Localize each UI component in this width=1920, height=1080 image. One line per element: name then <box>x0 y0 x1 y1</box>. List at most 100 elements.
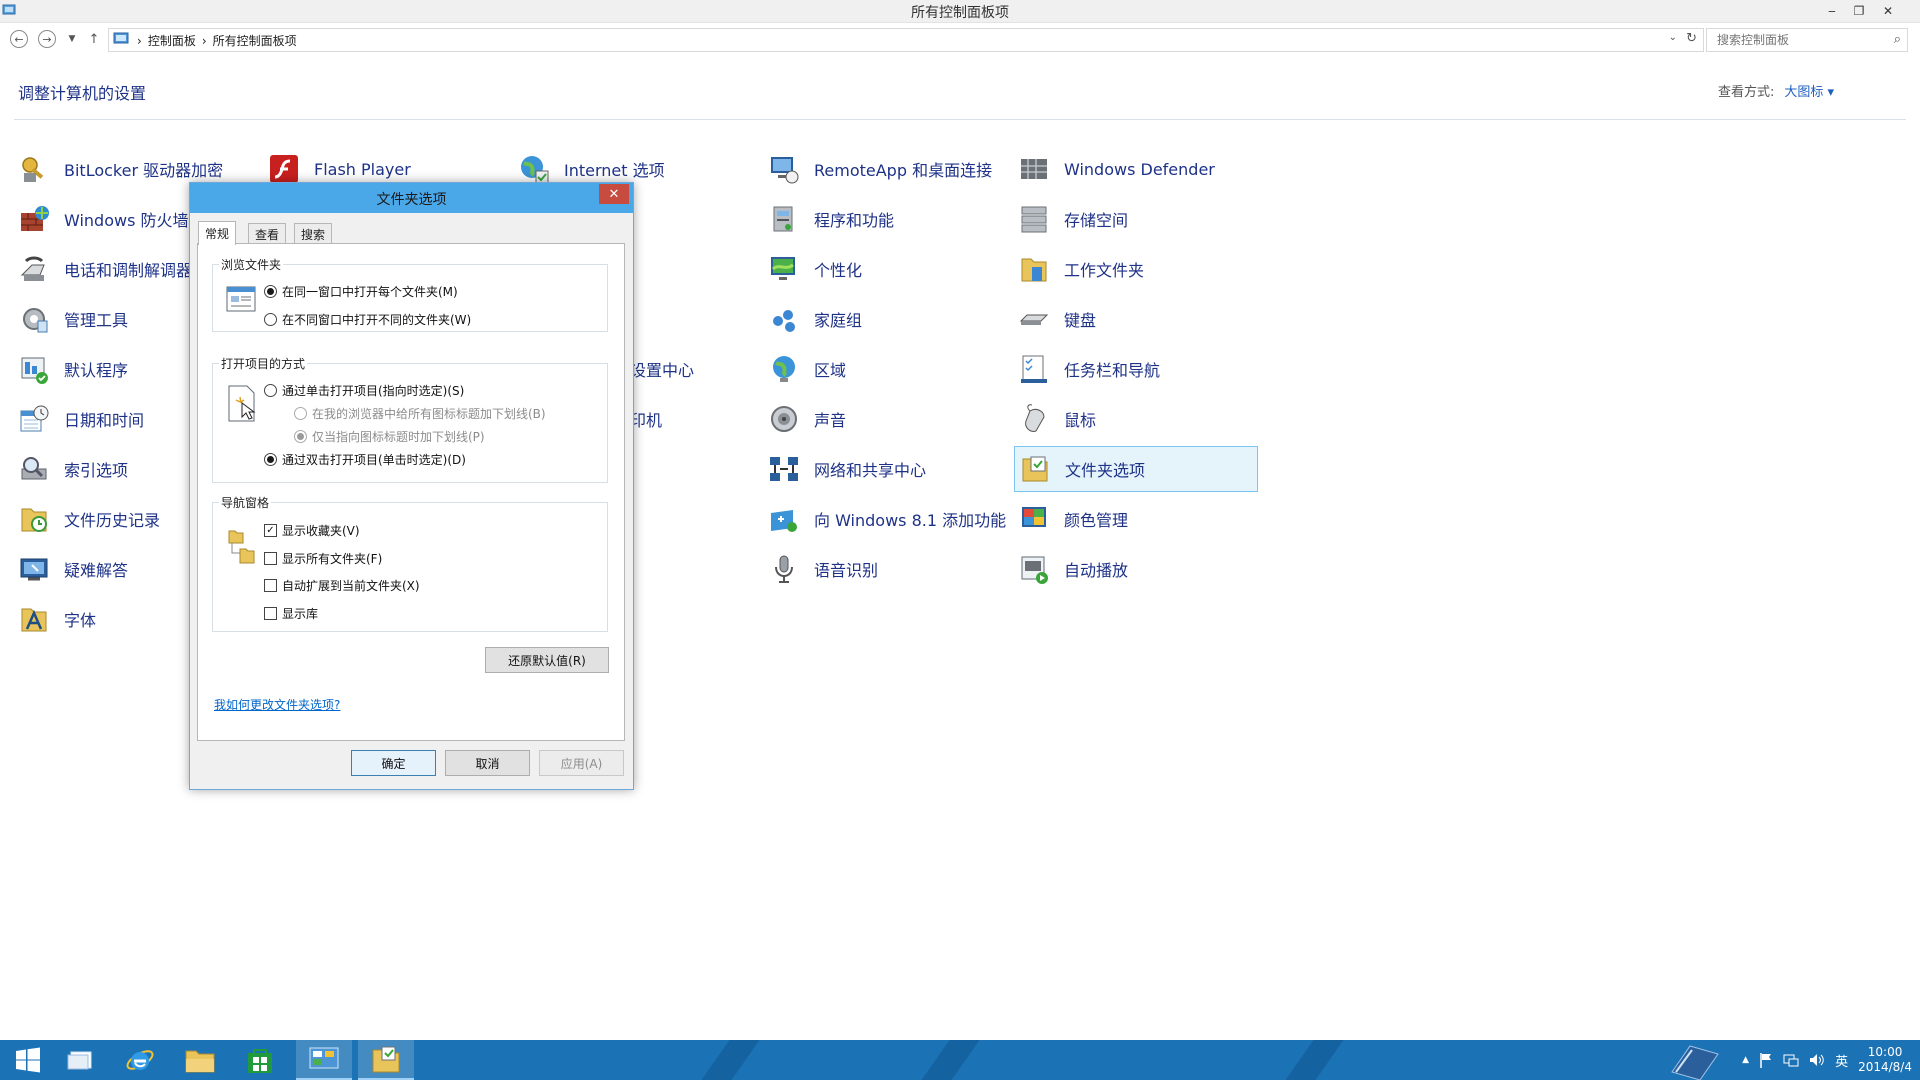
view-mode-dropdown[interactable]: 大图标 ▾ <box>1784 85 1834 100</box>
cp-item-label: 声音 <box>814 411 847 430</box>
search-box[interactable]: ⌕ <box>1706 28 1908 52</box>
dialog-close-button[interactable]: ✕ <box>599 184 629 204</box>
checkbox-show-favorites[interactable]: ✓ 显示收藏夹(V) <box>264 522 360 539</box>
radio-double-click[interactable]: 通过双击打开项目(单击时选定)(D) <box>264 451 466 468</box>
folder-options-taskbar-button[interactable] <box>358 1040 414 1080</box>
cp-item-region[interactable]: 区域 <box>764 346 846 392</box>
taskbar: ▲ 英 10:00 2014/8/4 <box>0 1040 1920 1080</box>
cp-item-work-folders[interactable]: 工作文件夹 <box>1014 246 1144 292</box>
cp-item-taskbar-navigation[interactable]: 任务栏和导航 <box>1014 346 1160 392</box>
radio-same-window[interactable]: 在同一窗口中打开每个文件夹(M) <box>264 283 458 300</box>
breadcrumb-all-items[interactable]: 所有控制面板项 <box>213 32 297 49</box>
view-mode-label: 查看方式: <box>1718 85 1775 100</box>
radio-button[interactable] <box>264 313 277 326</box>
tab-search[interactable]: 搜索 <box>294 223 333 244</box>
cp-item-date-time[interactable]: 日期和时间 <box>14 396 144 442</box>
cp-item-personalization[interactable]: 个性化 <box>764 246 862 292</box>
cp-item-remoteapp[interactable]: RemoteApp 和桌面连接 <box>764 146 992 192</box>
ok-button[interactable]: 确定 <box>351 750 436 776</box>
action-center-flag-icon[interactable] <box>1759 1052 1773 1068</box>
cp-item-troubleshooting[interactable]: 疑难解答 <box>14 546 128 592</box>
cp-item-phone-modem[interactable]: 电话和调制解调器 <box>14 246 192 292</box>
cp-item-programs-features[interactable]: 程序和功能 <box>764 196 894 242</box>
checkbox-auto-expand[interactable]: 自动扩展到当前文件夹(X) <box>264 577 420 594</box>
cp-item-ease-of-access-partial[interactable]: 设置中心 <box>630 346 694 392</box>
tab-view[interactable]: 查看 <box>248 223 287 244</box>
radio-button[interactable] <box>294 407 307 420</box>
cp-item-speech-recognition[interactable]: 语音识别 <box>764 546 878 592</box>
radio-label: 通过双击打开项目(单击时选定)(D) <box>282 453 466 467</box>
breadcrumb-control-panel[interactable]: 控制面板 <box>148 32 196 49</box>
dialog-title: 文件夹选项 <box>376 192 447 208</box>
taskview-button[interactable] <box>52 1040 108 1080</box>
store-button[interactable] <box>232 1040 288 1080</box>
cp-item-label: 电话和调制解调器 <box>64 261 193 280</box>
cp-item-file-history[interactable]: 文件历史记录 <box>14 496 160 542</box>
forward-button[interactable]: → <box>38 30 56 48</box>
checkbox-show-all-folders[interactable]: 显示所有文件夹(F) <box>264 550 382 567</box>
cp-item-homegroup[interactable]: 家庭组 <box>764 296 862 342</box>
cp-item-devices-printers-partial[interactable]: 印机 <box>630 396 662 442</box>
cp-item-folder-options[interactable]: 文件夹选项 <box>1014 446 1258 492</box>
back-button[interactable]: ← <box>10 30 28 48</box>
tab-general[interactable]: 常规 <box>198 221 237 245</box>
cp-item-color-management[interactable]: 颜色管理 <box>1014 496 1128 542</box>
breadcrumb: › 控制面板 › 所有控制面板项 <box>137 32 297 49</box>
cp-item-storage-spaces[interactable]: 存储空间 <box>1014 196 1128 242</box>
radio-button-selected[interactable] <box>264 453 277 466</box>
checkbox-checked[interactable]: ✓ <box>264 524 277 537</box>
volume-icon[interactable] <box>1809 1053 1825 1067</box>
checkbox[interactable] <box>264 579 277 592</box>
radio-single-click[interactable]: 通过单击打开项目(指向时选定)(S) <box>264 382 464 399</box>
radio-button-selected[interactable] <box>264 285 277 298</box>
control-panel-taskbar-button[interactable] <box>296 1040 352 1080</box>
cp-item-windows-firewall[interactable]: Windows 防火墙 <box>14 196 189 242</box>
autoplay-icon <box>1021 556 1048 584</box>
address-dropdown-icon[interactable]: ⌄ <box>1669 32 1677 43</box>
address-box[interactable]: › 控制面板 › 所有控制面板项 ⌄ ↻ <box>108 28 1704 52</box>
checkbox[interactable] <box>264 607 277 620</box>
internet-explorer-button[interactable] <box>112 1040 168 1080</box>
tray-overflow-icon[interactable]: ▲ <box>1742 1055 1749 1065</box>
search-input[interactable] <box>1715 32 1879 48</box>
cp-item-sound[interactable]: 声音 <box>764 396 846 442</box>
cp-item-add-features[interactable]: 向 Windows 8.1 添加功能 <box>764 496 1006 542</box>
radio-new-window[interactable]: 在不同窗口中打开不同的文件夹(W) <box>264 311 471 328</box>
cp-item-windows-defender[interactable]: Windows Defender <box>1014 146 1215 192</box>
cp-item-fonts[interactable]: 字体 <box>14 596 96 642</box>
radio-underline-all[interactable]: 在我的浏览器中给所有图标标题加下划线(B) <box>294 405 546 422</box>
recent-locations-button[interactable]: ▼ <box>62 29 82 49</box>
cp-item-autoplay[interactable]: 自动播放 <box>1014 546 1128 592</box>
cp-item-network-sharing[interactable]: 网络和共享中心 <box>764 446 926 492</box>
minimize-button[interactable]: ‒ <box>1818 0 1846 22</box>
cp-item-label: Windows Defender <box>1064 159 1215 179</box>
folder-options-icon <box>372 1046 400 1073</box>
restore-defaults-button[interactable]: 还原默认值(R) <box>485 647 609 673</box>
cp-item-default-programs[interactable]: 默认程序 <box>14 346 128 392</box>
apply-button[interactable]: 应用(A) <box>539 750 624 776</box>
cp-item-keyboard[interactable]: 键盘 <box>1014 296 1096 342</box>
close-window-button[interactable]: ✕ <box>1874 0 1902 22</box>
network-tray-icon[interactable] <box>1783 1053 1799 1067</box>
cancel-button[interactable]: 取消 <box>445 750 530 776</box>
restore-button[interactable]: ❐ <box>1845 0 1873 22</box>
file-explorer-button[interactable] <box>172 1040 228 1080</box>
radio-underline-point[interactable]: 仅当指向图标标题时加下划线(P) <box>294 428 485 445</box>
clock[interactable]: 10:00 2014/8/4 <box>1858 1045 1912 1075</box>
refresh-icon[interactable]: ↻ <box>1686 31 1697 46</box>
radio-button[interactable] <box>264 384 277 397</box>
cp-item-mouse[interactable]: 鼠标 <box>1014 396 1096 442</box>
ime-indicator[interactable]: 英 <box>1835 1051 1848 1070</box>
search-icon[interactable]: ⌕ <box>1894 32 1901 47</box>
checkbox-show-libraries[interactable]: 显示库 <box>264 605 318 622</box>
cp-item-indexing[interactable]: 索引选项 <box>14 446 128 492</box>
cp-item-admin-tools[interactable]: 管理工具 <box>14 296 128 342</box>
up-button[interactable]: ↑ <box>84 29 104 49</box>
help-link[interactable]: 我如何更改文件夹选项? <box>214 696 340 713</box>
radio-button-selected[interactable] <box>294 430 307 443</box>
tab-panel-general: 浏览文件夹 在同一窗口中打开每个文件夹(M) 在不同窗口中打开不同的文件夹(W)… <box>197 243 625 741</box>
start-button[interactable] <box>0 1040 56 1080</box>
checkbox[interactable] <box>264 552 277 565</box>
windows-logo-icon <box>16 1047 40 1073</box>
dialog-title-bar[interactable]: 文件夹选项 ✕ <box>190 183 633 213</box>
